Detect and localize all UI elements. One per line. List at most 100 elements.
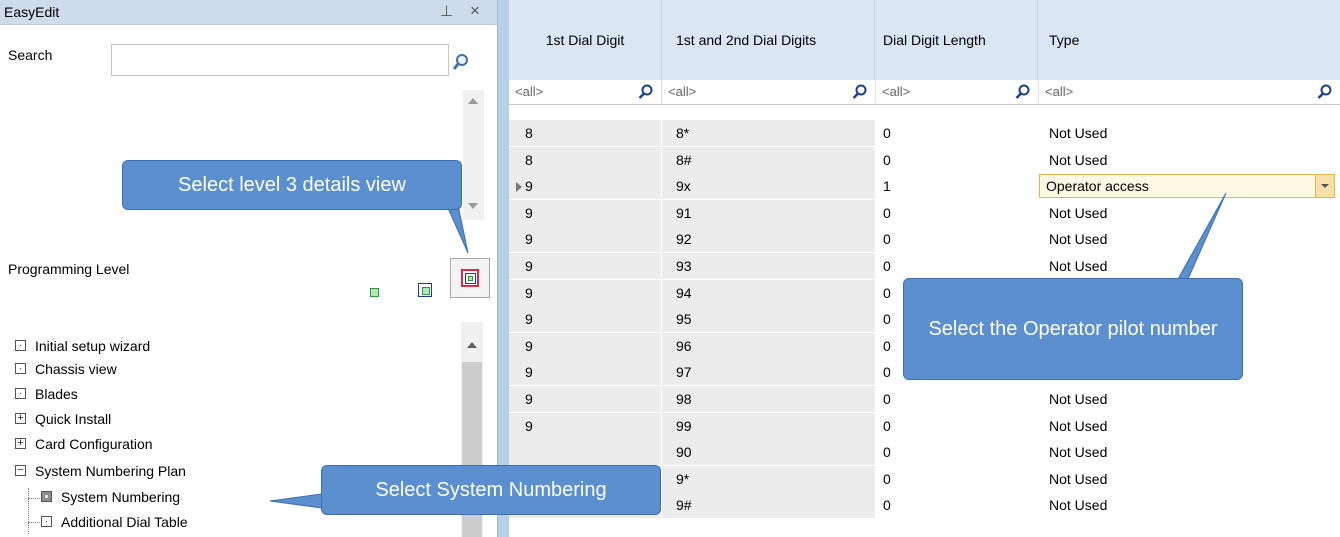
cell-1st-2nd-dial-digits[interactable]: 91 [662,200,875,226]
cell-1st-dial-digit[interactable]: 9 [509,386,661,412]
scroll-down-icon[interactable] [468,203,478,209]
panel-titlebar: EasyEdit ⊥ × [0,0,497,25]
filter-cell-1st-dial-digit[interactable]: <all> [509,80,662,104]
cell-type[interactable]: Not Used [1039,226,1340,252]
cell-type[interactable]: Not Used [1039,492,1340,518]
filter-search-icon[interactable] [638,84,653,99]
callout-operator: Select the Operator pilot number [903,278,1243,380]
cell-1st-2nd-dial-digits[interactable]: 99 [662,413,875,439]
cell-type[interactable]: Not Used [1039,200,1340,226]
scroll-up-icon[interactable] [468,98,478,104]
search-button[interactable] [449,48,479,78]
cell-1st-2nd-dial-digits[interactable]: 92 [662,226,875,252]
tree-item-label: Initial setup wizard [35,338,151,354]
cell-1st-dial-digit[interactable]: 9 [509,173,661,199]
table-row[interactable]: 9 99 0 Not Used [509,413,1340,439]
filter-search-icon[interactable] [1317,84,1332,99]
scroll-up-icon[interactable] [467,342,477,348]
cell-1st-dial-digit[interactable]: 8 [509,120,661,146]
cell-type[interactable]: Not Used [1039,253,1340,279]
search-input[interactable] [111,44,449,76]
cell-1st-dial-digit[interactable]: 9 [509,226,661,252]
cell-1st-dial-digit[interactable]: 9 [509,359,661,385]
cell-dial-digit-length[interactable]: 1 [876,173,1038,199]
table-row[interactable]: 9 9x 1 Operator access [509,173,1340,199]
cell-1st-2nd-dial-digits[interactable]: 9x [662,173,875,199]
tree-item-label: Additional Dial Table [61,514,188,530]
dropdown-value: Operator access [1046,178,1149,194]
cell-dial-digit-length[interactable]: 0 [876,492,1038,518]
cell-dial-digit-length[interactable]: 0 [876,120,1038,146]
column-header-dial-digit-length[interactable]: Dial Digit Length [876,0,1038,80]
filter-cell-1st-2nd-dial-digits[interactable]: <all> [662,80,876,104]
cell-1st-dial-digit[interactable]: 9 [509,306,661,332]
cell-dial-digit-length[interactable]: 0 [876,413,1038,439]
results-scrollbar[interactable] [463,90,484,220]
column-header-type[interactable]: Type [1039,0,1340,80]
cell-1st-2nd-dial-digits[interactable]: 93 [662,253,875,279]
expand-icon[interactable]: + [15,413,26,424]
tree-item-label: System Numbering [61,489,181,505]
cell-1st-2nd-dial-digits[interactable]: 96 [662,333,875,359]
chevron-down-icon[interactable] [1315,175,1334,197]
cell-1st-2nd-dial-digits[interactable]: 9* [662,466,875,492]
cell-dial-digit-length[interactable]: 0 [876,147,1038,173]
level-3-button[interactable] [450,258,490,298]
filter-search-icon[interactable] [1015,84,1030,99]
table-row[interactable]: 9 98 0 Not Used [509,386,1340,412]
tree-node-icon [15,388,26,399]
cell-dial-digit-length[interactable]: 0 [876,226,1038,252]
column-header-1st-2nd-dial-digits[interactable]: 1st and 2nd Dial Digits [662,0,875,80]
cell-1st-dial-digit[interactable] [509,439,661,465]
table-row[interactable]: 9 93 0 Not Used [509,253,1340,279]
cell-dial-digit-length[interactable]: 0 [876,439,1038,465]
cell-1st-dial-digit[interactable]: 9 [509,200,661,226]
cell-type[interactable]: Not Used [1039,413,1340,439]
cell-dial-digit-length[interactable]: 0 [876,466,1038,492]
filter-row: <all> <all> <all> <all> [509,80,1340,105]
cell-1st-2nd-dial-digits[interactable]: 8* [662,120,875,146]
cell-type[interactable]: Operator access [1039,173,1340,199]
cell-1st-dial-digit[interactable]: 9 [509,333,661,359]
level-2-icon[interactable] [418,283,432,297]
tree-item-label: Card Configuration [35,436,153,452]
cell-type[interactable]: Not Used [1039,439,1340,465]
cell-1st-dial-digit[interactable]: 8 [509,147,661,173]
cell-1st-2nd-dial-digits[interactable]: 94 [662,280,875,306]
tree-node-icon [15,340,26,351]
cell-1st-dial-digit[interactable]: 9 [509,280,661,306]
cell-1st-dial-digit[interactable]: 9 [509,253,661,279]
level-1-icon[interactable] [370,288,379,297]
cell-dial-digit-length[interactable]: 0 [876,386,1038,412]
cell-type[interactable]: Not Used [1039,120,1340,146]
cell-1st-2nd-dial-digits[interactable]: 8# [662,147,875,173]
table-row[interactable]: 90 0 Not Used [509,439,1340,465]
table-row[interactable]: 9 92 0 Not Used [509,226,1340,252]
easyedit-panel: EasyEdit ⊥ × Search Programming Level In… [0,0,497,537]
cell-type[interactable]: Not Used [1039,466,1340,492]
close-icon[interactable]: × [470,1,480,21]
programming-level-label: Programming Level [8,261,130,277]
expand-icon[interactable]: + [15,438,26,449]
filter-cell-dial-digit-length[interactable]: <all> [876,80,1039,104]
pin-icon[interactable]: ⊥ [440,2,453,20]
table-row[interactable]: 9 91 0 Not Used [509,200,1340,226]
type-dropdown[interactable]: Operator access [1039,174,1335,198]
filter-cell-type[interactable]: <all> [1039,80,1340,104]
cell-1st-2nd-dial-digits[interactable]: 95 [662,306,875,332]
cell-1st-2nd-dial-digits[interactable]: 90 [662,439,875,465]
cell-1st-dial-digit[interactable]: 9 [509,413,661,439]
cell-1st-2nd-dial-digits[interactable]: 9# [662,492,875,518]
cell-type[interactable]: Not Used [1039,147,1340,173]
column-header-1st-dial-digit[interactable]: 1st Dial Digit [509,0,662,80]
cell-1st-2nd-dial-digits[interactable]: 98 [662,386,875,412]
filter-search-icon[interactable] [852,84,867,99]
table-row[interactable]: 8 8# 0 Not Used [509,147,1340,173]
cell-dial-digit-length[interactable]: 0 [876,253,1038,279]
callout-system-numbering: Select System Numbering [321,465,661,515]
cell-type[interactable]: Not Used [1039,386,1340,412]
cell-dial-digit-length[interactable]: 0 [876,200,1038,226]
table-row[interactable]: 8 8* 0 Not Used [509,120,1340,146]
cell-1st-2nd-dial-digits[interactable]: 97 [662,359,875,385]
collapse-icon[interactable]: − [15,465,26,476]
